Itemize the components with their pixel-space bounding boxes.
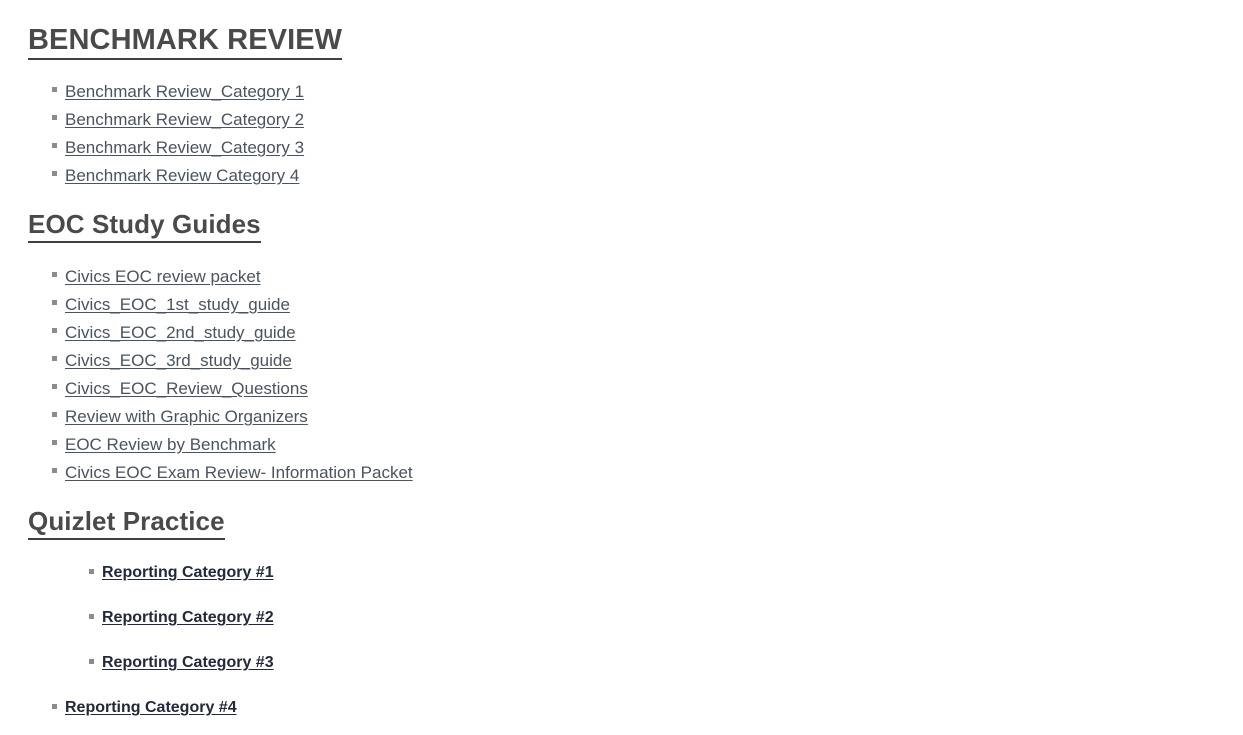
square-bullet-icon <box>52 171 57 176</box>
square-bullet-icon <box>89 614 94 619</box>
link-benchmark-category-3[interactable]: Benchmark Review_Category 3 <box>65 138 304 157</box>
list-item: Civics_EOC_Review_Questions <box>52 375 413 403</box>
list-item: EOC Review by Benchmark <box>52 431 413 459</box>
list-eoc-study-guides: Civics EOC review packet Civics_EOC_1st_… <box>52 263 413 487</box>
list-item: Civics EOC review packet <box>52 263 413 291</box>
square-bullet-icon <box>52 143 57 148</box>
list-item: Civics_EOC_3rd_study_guide <box>52 347 413 375</box>
square-bullet-icon <box>52 384 57 389</box>
list-item: Civics EOC Exam Review- Information Pack… <box>52 459 413 487</box>
list-item: Civics_EOC_1st_study_guide <box>52 291 413 319</box>
list-item: Reporting Category #1 <box>89 560 274 605</box>
link-civics-eoc-exam-review-information-packet[interactable]: Civics EOC Exam Review- Information Pack… <box>65 463 413 482</box>
link-civics-eoc-review-questions[interactable]: Civics_EOC_Review_Questions <box>65 379 308 398</box>
list-item: Review with Graphic Organizers <box>52 403 413 431</box>
link-review-with-graphic-organizers[interactable]: Review with Graphic Organizers <box>65 407 308 426</box>
list-item: Civics_EOC_2nd_study_guide <box>52 319 413 347</box>
link-eoc-review-by-benchmark[interactable]: EOC Review by Benchmark <box>65 435 276 454</box>
heading-benchmark-review-text: BENCHMARK REVIEW <box>28 24 343 61</box>
list-quizlet-practice-nested: Reporting Category #1 Reporting Category… <box>89 560 274 695</box>
link-civics-eoc-1st-study-guide[interactable]: Civics_EOC_1st_study_guide <box>65 295 290 314</box>
square-bullet-icon <box>52 440 57 445</box>
square-bullet-icon <box>52 412 57 417</box>
link-benchmark-category-1[interactable]: Benchmark Review_Category 1 <box>65 82 304 101</box>
square-bullet-icon <box>52 468 57 473</box>
square-bullet-icon <box>89 659 94 664</box>
link-reporting-category-4[interactable]: Reporting Category #4 <box>65 699 237 716</box>
link-reporting-category-2[interactable]: Reporting Category #2 <box>102 609 274 626</box>
square-bullet-icon <box>52 115 57 120</box>
link-reporting-category-1[interactable]: Reporting Category #1 <box>102 564 274 581</box>
square-bullet-icon <box>52 300 57 305</box>
square-bullet-icon <box>52 87 57 92</box>
list-item: Reporting Category #2 <box>89 605 274 650</box>
list-item: Benchmark Review_Category 2 <box>52 106 304 134</box>
link-benchmark-category-2[interactable]: Benchmark Review_Category 2 <box>65 110 304 129</box>
list-quizlet-practice-outer: Reporting Category #4 <box>52 695 237 723</box>
list-item: Benchmark Review_Category 3 <box>52 134 304 162</box>
link-civics-eoc-2nd-study-guide[interactable]: Civics_EOC_2nd_study_guide <box>65 323 296 342</box>
list-item: Benchmark Review Category 4 <box>52 162 304 190</box>
heading-benchmark-review: BENCHMARK REVIEW <box>28 24 343 61</box>
square-bullet-icon <box>52 328 57 333</box>
link-civics-eoc-3rd-study-guide[interactable]: Civics_EOC_3rd_study_guide <box>65 351 292 370</box>
link-benchmark-category-4[interactable]: Benchmark Review Category 4 <box>65 166 299 185</box>
link-civics-eoc-review-packet[interactable]: Civics EOC review packet <box>65 267 261 286</box>
heading-eoc-study-guides-text: EOC Study Guides <box>28 209 261 243</box>
square-bullet-icon <box>52 704 57 709</box>
link-reporting-category-3[interactable]: Reporting Category #3 <box>102 654 274 671</box>
list-item: Reporting Category #3 <box>89 650 274 695</box>
heading-quizlet-practice: Quizlet Practice <box>28 506 225 540</box>
heading-eoc-study-guides: EOC Study Guides <box>28 209 261 243</box>
heading-quizlet-practice-text: Quizlet Practice <box>28 506 225 540</box>
list-benchmark-review: Benchmark Review_Category 1 Benchmark Re… <box>52 78 304 190</box>
square-bullet-icon <box>52 272 57 277</box>
square-bullet-icon <box>52 356 57 361</box>
list-item: Benchmark Review_Category 1 <box>52 78 304 106</box>
square-bullet-icon <box>89 569 94 574</box>
list-item: Reporting Category #4 <box>52 695 237 723</box>
